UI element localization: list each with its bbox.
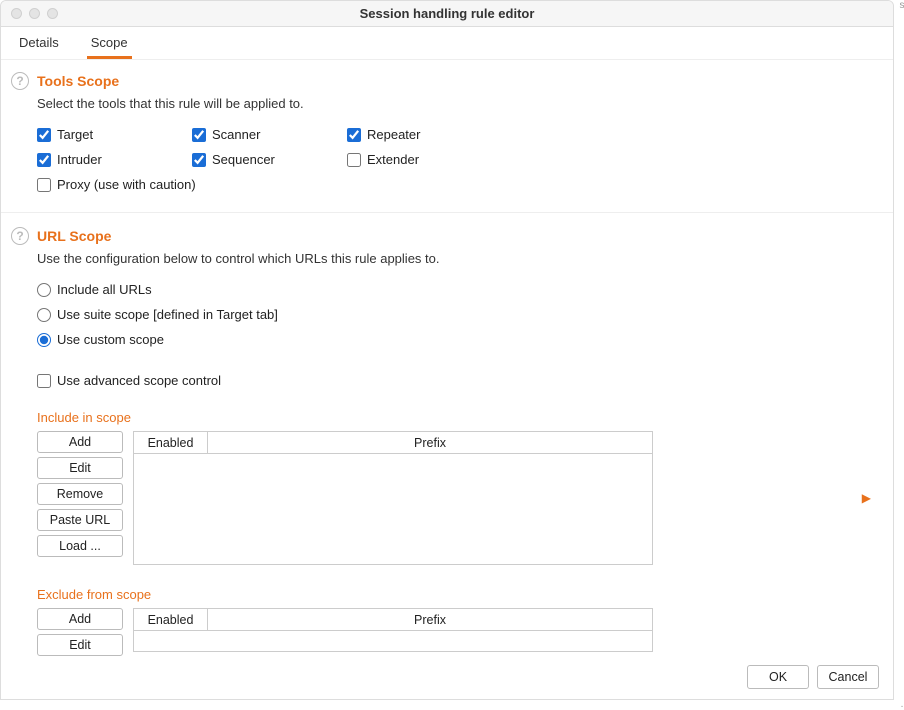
checkbox-sequencer[interactable]: Sequencer <box>192 152 347 167</box>
maximize-icon[interactable] <box>47 8 58 19</box>
paste-url-button[interactable]: Paste URL <box>37 509 123 531</box>
col-prefix[interactable]: Prefix <box>208 432 652 453</box>
window-controls <box>1 8 58 19</box>
add-button[interactable]: Add <box>37 608 123 630</box>
session-rule-editor-window: Session handling rule editor Details Sco… <box>0 0 894 700</box>
edit-button[interactable]: Edit <box>37 457 123 479</box>
include-table[interactable]: Enabled Prefix <box>133 431 653 565</box>
include-scope-block: Add Edit Remove Paste URL Load ... Enabl… <box>37 431 857 565</box>
checkbox-proxy[interactable]: Proxy (use with caution) <box>37 177 502 192</box>
tools-scope-section: ? Tools Scope Select the tools that this… <box>37 72 857 192</box>
radio-include-all[interactable]: Include all URLs <box>37 282 857 297</box>
include-heading: Include in scope <box>37 410 857 425</box>
minimize-icon[interactable] <box>29 8 40 19</box>
window-title: Session handling rule editor <box>1 6 893 21</box>
col-enabled[interactable]: Enabled <box>134 609 208 630</box>
tools-scope-title: Tools Scope <box>37 73 119 89</box>
titlebar: Session handling rule editor <box>1 1 893 27</box>
url-scope-title: URL Scope <box>37 228 111 244</box>
checkbox-extender[interactable]: Extender <box>347 152 502 167</box>
exclude-heading: Exclude from scope <box>37 587 857 602</box>
checkbox-scanner[interactable]: Scanner <box>192 127 347 142</box>
checkbox-target[interactable]: Target <box>37 127 192 142</box>
exclude-table[interactable]: Enabled Prefix <box>133 608 653 652</box>
url-scope-section: ? URL Scope Use the configuration below … <box>37 227 857 656</box>
checkbox-intruder[interactable]: Intruder <box>37 152 192 167</box>
load-button[interactable]: Load ... <box>37 535 123 557</box>
ok-button[interactable]: OK <box>747 665 809 689</box>
edit-button[interactable]: Edit <box>37 634 123 656</box>
col-enabled[interactable]: Enabled <box>134 432 208 453</box>
expand-arrow-icon[interactable]: ▶ <box>862 491 871 505</box>
url-scope-desc: Use the configuration below to control w… <box>37 251 857 266</box>
content: ? Tools Scope Select the tools that this… <box>1 60 893 660</box>
help-icon[interactable]: ? <box>11 72 29 90</box>
radio-custom-scope[interactable]: Use custom scope <box>37 332 857 347</box>
tabs: Details Scope <box>1 27 893 60</box>
radio-suite-scope[interactable]: Use suite scope [defined in Target tab] <box>37 307 857 322</box>
checkbox-repeater[interactable]: Repeater <box>347 127 502 142</box>
checkbox-advanced-scope[interactable]: Use advanced scope control <box>37 373 857 388</box>
remove-button[interactable]: Remove <box>37 483 123 505</box>
tab-scope[interactable]: Scope <box>87 33 132 59</box>
divider <box>1 212 893 213</box>
dialog-footer: OK Cancel <box>747 665 879 689</box>
col-prefix[interactable]: Prefix <box>208 609 652 630</box>
tools-scope-desc: Select the tools that this rule will be … <box>37 96 857 111</box>
exclude-scope-block: Add Edit Enabled Prefix <box>37 608 857 656</box>
tab-details[interactable]: Details <box>15 33 63 59</box>
help-icon[interactable]: ? <box>11 227 29 245</box>
add-button[interactable]: Add <box>37 431 123 453</box>
close-icon[interactable] <box>11 8 22 19</box>
cancel-button[interactable]: Cancel <box>817 665 879 689</box>
